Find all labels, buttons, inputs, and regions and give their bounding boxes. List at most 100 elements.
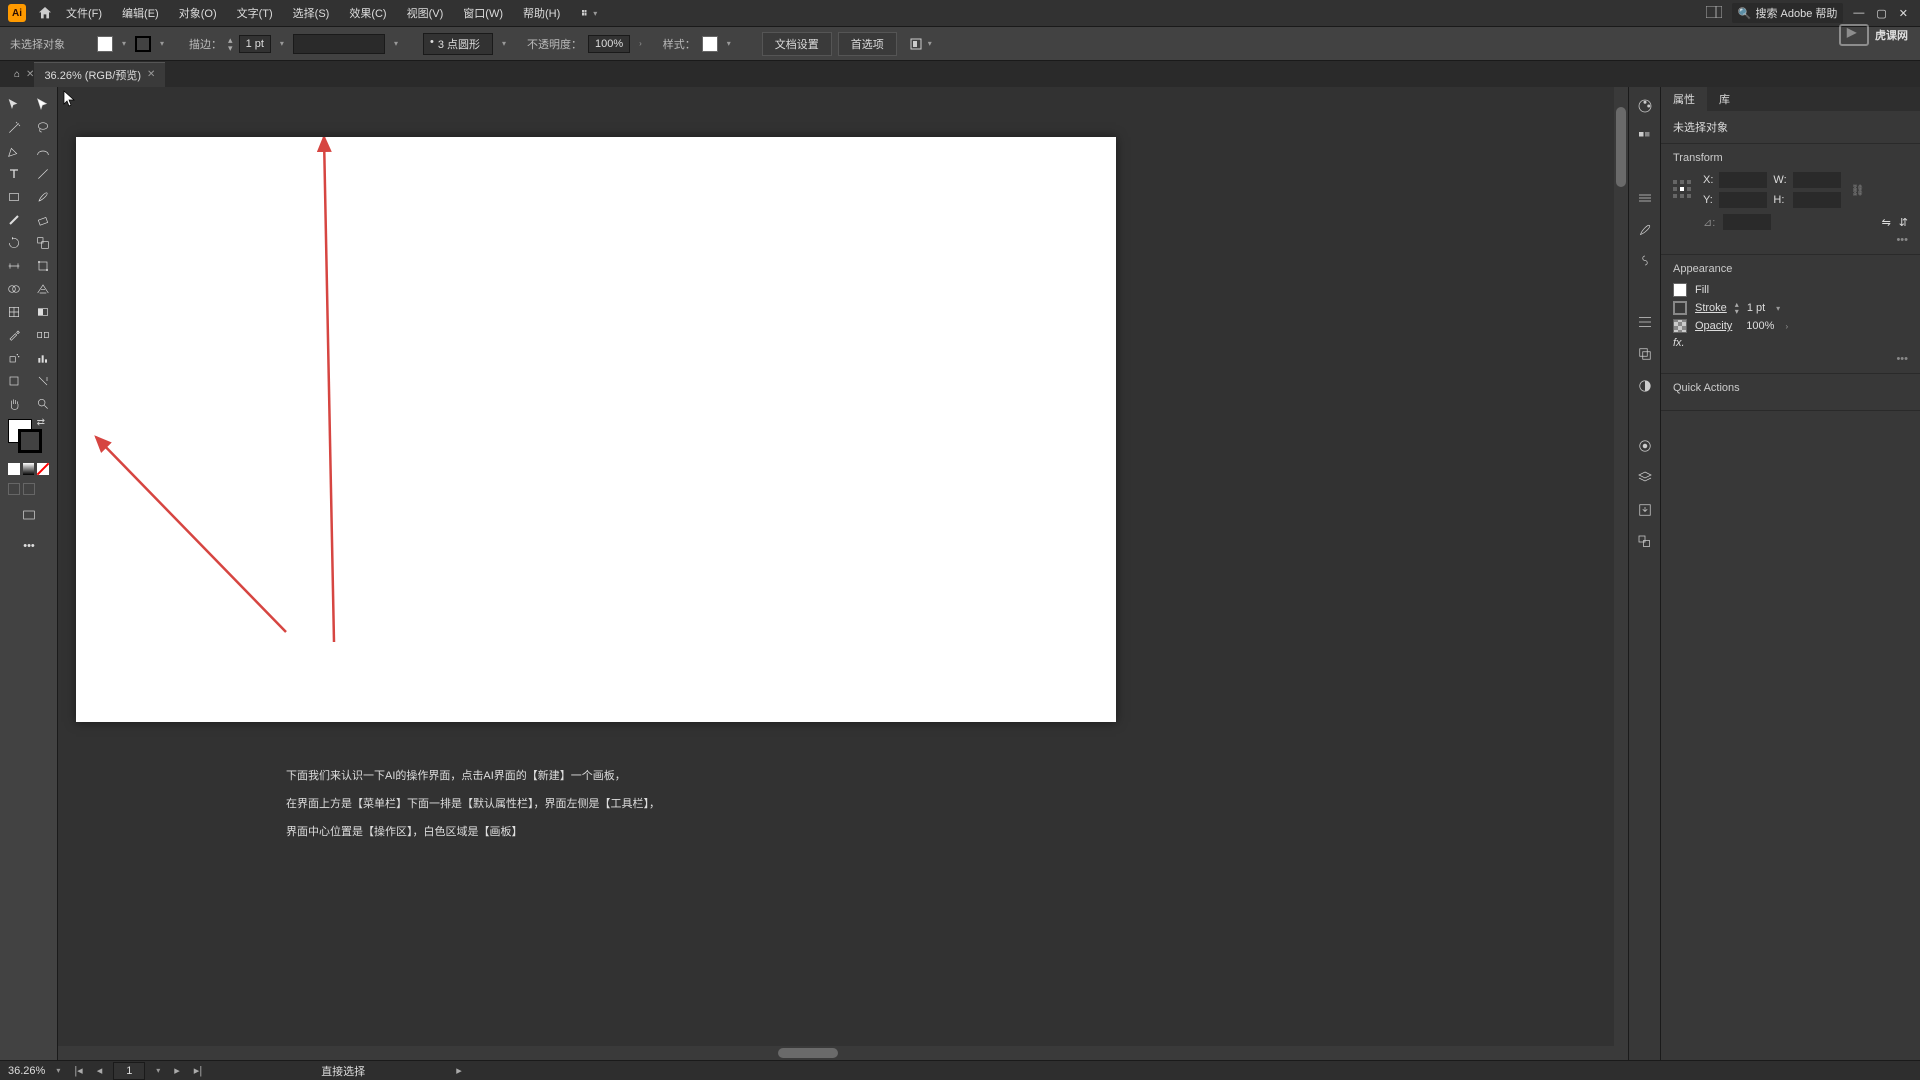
zoom-level[interactable]: 36.26% bbox=[8, 1065, 45, 1077]
canvas-area[interactable]: 下面我们来认识一下AI的操作界面，点击AI界面的【新建】一个画板， 在界面上方是… bbox=[58, 87, 1628, 1060]
minimize-icon[interactable]: — bbox=[1853, 7, 1864, 20]
opacity-input[interactable]: 100% bbox=[588, 35, 630, 53]
stepper-icon[interactable]: ▴▾ bbox=[1735, 301, 1739, 315]
transparency-panel-icon[interactable] bbox=[1636, 377, 1654, 395]
menu-select[interactable]: 选择(S) bbox=[285, 1, 338, 25]
scrollbar-horizontal[interactable] bbox=[58, 1046, 1614, 1060]
scale-tool-icon[interactable] bbox=[29, 231, 58, 254]
none-mode-icon[interactable] bbox=[37, 463, 49, 475]
pen-tool-icon[interactable] bbox=[0, 139, 29, 162]
magic-wand-tool-icon[interactable] bbox=[0, 116, 29, 139]
color-mode-icon[interactable] bbox=[8, 463, 20, 475]
chevron-right-icon[interactable]: › bbox=[636, 39, 645, 48]
color-panel-icon[interactable] bbox=[1636, 97, 1654, 115]
stepper-icon[interactable]: ▴▾ bbox=[228, 36, 233, 52]
swap-fill-stroke-icon[interactable]: ⇄ bbox=[37, 417, 45, 428]
symbols-panel-icon[interactable] bbox=[1636, 253, 1654, 271]
edit-toolbar-icon[interactable]: ••• bbox=[0, 534, 58, 557]
close-icon[interactable]: ✕ bbox=[1899, 7, 1908, 20]
lasso-tool-icon[interactable] bbox=[29, 116, 58, 139]
flip-v-icon[interactable]: ⇵ bbox=[1899, 216, 1908, 229]
scrollbar-vertical[interactable] bbox=[1614, 87, 1628, 1060]
menu-edit[interactable]: 编辑(E) bbox=[114, 1, 167, 25]
stroke-color-icon[interactable] bbox=[18, 429, 42, 453]
search-input[interactable]: 🔍 搜索 Adobe 帮助 bbox=[1732, 3, 1844, 23]
chevron-down-icon[interactable]: ▾ bbox=[157, 39, 167, 48]
slice-tool-icon[interactable] bbox=[29, 369, 58, 392]
chevron-right-icon[interactable]: › bbox=[1782, 322, 1791, 331]
fill-swatch[interactable] bbox=[1673, 283, 1687, 297]
swatches-panel-icon[interactable] bbox=[1636, 129, 1654, 147]
brush-preset-dropdown[interactable]: •3 点圆形 bbox=[423, 33, 493, 55]
direct-selection-tool-icon[interactable] bbox=[29, 93, 58, 116]
screen-mode-icon[interactable] bbox=[0, 503, 58, 526]
align-panel-icon[interactable] bbox=[1636, 313, 1654, 331]
tab-properties[interactable]: 属性 bbox=[1661, 87, 1707, 111]
stroke-profile-dropdown[interactable] bbox=[293, 34, 385, 54]
tab-close-icon[interactable]: ✕ bbox=[147, 69, 155, 80]
menu-file[interactable]: 文件(F) bbox=[58, 1, 110, 25]
asset-export-panel-icon[interactable] bbox=[1636, 501, 1654, 519]
pathfinder-panel-icon[interactable] bbox=[1636, 345, 1654, 363]
stroke-panel-icon[interactable] bbox=[1636, 189, 1654, 207]
layers-panel-icon[interactable] bbox=[1636, 469, 1654, 487]
free-transform-tool-icon[interactable] bbox=[29, 254, 58, 277]
menu-view[interactable]: 视图(V) bbox=[399, 1, 452, 25]
line-tool-icon[interactable] bbox=[29, 162, 58, 185]
flip-h-icon[interactable]: ⇋ bbox=[1882, 216, 1891, 229]
blend-tool-icon[interactable] bbox=[29, 323, 58, 346]
chevron-down-icon[interactable]: ▾ bbox=[724, 39, 734, 48]
fill-stroke-control[interactable]: ⇄ bbox=[0, 415, 57, 459]
document-tab[interactable]: 36.26% (RGB/预览) ✕ bbox=[34, 62, 165, 87]
shape-builder-tool-icon[interactable] bbox=[0, 277, 29, 300]
h-input[interactable] bbox=[1793, 192, 1841, 208]
selection-tool-icon[interactable] bbox=[0, 93, 29, 116]
appearance-panel-icon[interactable] bbox=[1636, 437, 1654, 455]
stroke-swatch[interactable] bbox=[135, 36, 151, 52]
eraser-tool-icon[interactable] bbox=[29, 208, 58, 231]
opacity-swatch[interactable] bbox=[1673, 319, 1687, 333]
artboard[interactable]: 下面我们来认识一下AI的操作界面，点击AI界面的【新建】一个画板， 在界面上方是… bbox=[76, 137, 1116, 722]
y-input[interactable] bbox=[1719, 192, 1767, 208]
artboards-panel-icon[interactable] bbox=[1636, 533, 1654, 551]
angle-input[interactable] bbox=[1723, 214, 1771, 230]
workspace-icon[interactable] bbox=[1706, 6, 1722, 21]
more-options-icon[interactable]: ••• bbox=[1896, 234, 1908, 246]
fx-label[interactable]: fx. bbox=[1673, 337, 1685, 349]
chevron-down-icon[interactable]: ▾ bbox=[53, 1066, 63, 1075]
stroke-value[interactable]: 1 pt bbox=[1747, 302, 1765, 314]
maximize-icon[interactable]: ▢ bbox=[1876, 7, 1886, 20]
document-setup-button[interactable]: 文档设置 bbox=[762, 32, 832, 56]
rectangle-tool-icon[interactable] bbox=[0, 185, 29, 208]
stroke-weight-input[interactable]: 1 pt bbox=[239, 35, 271, 53]
artboard-number-input[interactable]: 1 bbox=[113, 1062, 145, 1080]
graphic-style-swatch[interactable] bbox=[702, 36, 718, 52]
link-icon[interactable]: ⛓ bbox=[1851, 184, 1865, 197]
fill-swatch[interactable] bbox=[97, 36, 113, 52]
next-artboard-icon[interactable]: ▸ bbox=[171, 1064, 183, 1077]
draw-behind-icon[interactable] bbox=[23, 483, 35, 495]
align-options-icon[interactable]: ▾ bbox=[909, 37, 935, 51]
tab-close-icon[interactable]: ✕ bbox=[26, 69, 34, 80]
w-input[interactable] bbox=[1793, 172, 1841, 188]
curvature-tool-icon[interactable] bbox=[29, 139, 58, 162]
menu-type[interactable]: 文字(T) bbox=[229, 1, 281, 25]
brushes-panel-icon[interactable] bbox=[1636, 221, 1654, 239]
prev-artboard-icon[interactable]: ◂ bbox=[94, 1064, 106, 1077]
gradient-mode-icon[interactable] bbox=[23, 463, 35, 475]
home-icon[interactable] bbox=[36, 4, 54, 22]
eyedropper-tool-icon[interactable] bbox=[0, 323, 29, 346]
first-artboard-icon[interactable]: |◂ bbox=[71, 1064, 85, 1077]
menu-effect[interactable]: 效果(C) bbox=[341, 1, 394, 25]
shaper-tool-icon[interactable] bbox=[0, 208, 29, 231]
more-options-icon[interactable]: ••• bbox=[1896, 353, 1908, 365]
mesh-tool-icon[interactable] bbox=[0, 300, 29, 323]
chevron-down-icon[interactable]: ▾ bbox=[153, 1066, 163, 1075]
tab-libraries[interactable]: 库 bbox=[1707, 87, 1742, 111]
chevron-down-icon[interactable]: ▾ bbox=[391, 39, 401, 48]
symbol-sprayer-tool-icon[interactable] bbox=[0, 346, 29, 369]
menu-object[interactable]: 对象(O) bbox=[171, 1, 225, 25]
reference-point-icon[interactable] bbox=[1673, 180, 1693, 200]
stroke-swatch[interactable] bbox=[1673, 301, 1687, 315]
gradient-tool-icon[interactable] bbox=[29, 300, 58, 323]
